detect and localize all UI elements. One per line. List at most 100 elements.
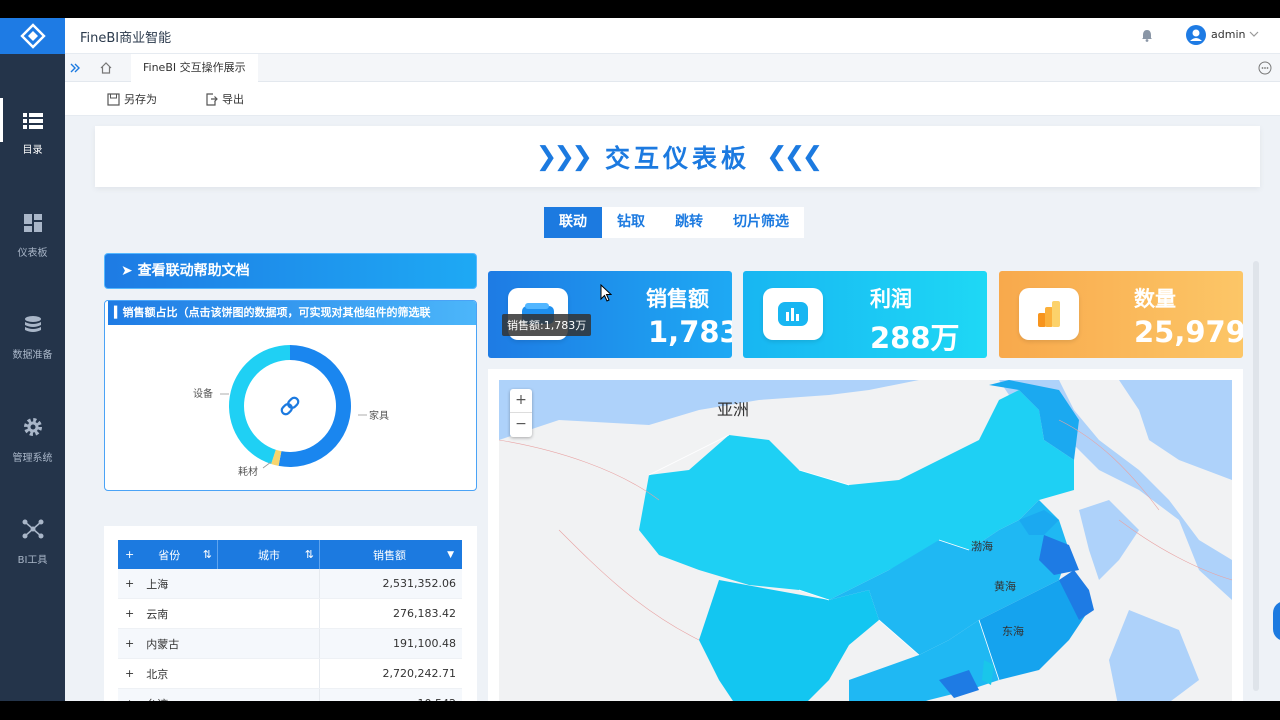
table-row[interactable]: + 上海 2,531,352.06 [118, 569, 462, 599]
province-cell: 上海 [146, 577, 169, 591]
column-province[interactable]: + 省份 ⇅ [118, 540, 218, 569]
dashboard-icon [23, 213, 42, 232]
kpi-label: 销售额 [646, 287, 709, 311]
segment-linkage[interactable]: 联动 [544, 207, 602, 238]
sales-cell: 2,531,352.06 [382, 577, 456, 590]
zoom-out-button[interactable]: − [510, 413, 532, 437]
title-card: ❯❯❯ 交互仪表板 ❮❮❮ [95, 126, 1260, 187]
map-card: 亚洲 渤海 黄海 东海 + − [488, 369, 1243, 701]
sales-tooltip: 销售额:1,783万 [502, 314, 592, 336]
title-chevrons-right-icon: ❮❮❮ [766, 141, 823, 172]
column-header-label: 销售额 [373, 548, 406, 562]
map-label-yellow-sea: 黄海 [994, 580, 1016, 593]
map-label-bohai: 渤海 [971, 540, 993, 553]
double-chevron-right-icon[interactable] [69, 62, 81, 74]
sort-icon[interactable]: ⇅ [203, 548, 212, 561]
toolbar: 另存为 导出 [65, 82, 1280, 116]
more-icon[interactable] [1258, 61, 1272, 75]
gear-icon [23, 417, 42, 436]
sales-cell: 10,542 [320, 689, 462, 701]
donut-chart-title: ▍销售额占比（点击该饼图的数据项，可实现对其他组件的筛选联 [105, 301, 476, 325]
expand-row-icon[interactable]: + [125, 577, 134, 590]
nav-item-admin[interactable]: 管理系统 [0, 400, 65, 480]
nav-item-catalog[interactable]: 目录 [0, 94, 65, 174]
sales-cell: 191,100.48 [393, 637, 456, 650]
network-icon [22, 519, 43, 538]
sales-table-card: + 省份 ⇅ 城市 ⇅ 销售额 ▼ + 上海 2,531,352.06 + 云南… [104, 526, 477, 701]
chevron-down-icon[interactable] [1249, 31, 1259, 37]
kpi-label: 数量 [1134, 287, 1176, 311]
kpi-value: 288万 [870, 321, 960, 355]
kpi-card-quantity[interactable]: 数量 25,979 [999, 271, 1243, 358]
bell-icon[interactable] [1141, 29, 1153, 42]
sales-table: + 省份 ⇅ 城市 ⇅ 销售额 ▼ + 上海 2,531,352.06 + 云南… [118, 540, 462, 701]
column-city[interactable]: 城市 ⇅ [218, 540, 320, 569]
kpi-value: 1,783 [648, 315, 732, 349]
export-label: 导出 [222, 93, 244, 106]
donut-chart[interactable]: 设备 家具 耗材 [105, 325, 477, 491]
donut-label-jiaju: 家具 [369, 409, 389, 422]
bar-chart-icon [763, 288, 823, 340]
nav-label: 仪表板 [17, 247, 48, 259]
province-cell: 内蒙古 [146, 637, 180, 651]
sales-cell: 276,183.42 [393, 607, 456, 620]
sales-cell: 2,720,242.71 [382, 667, 456, 680]
kpi-value: 25,979 [1134, 315, 1243, 349]
map-canvas [499, 380, 1232, 701]
mode-switcher: 联动 钻取 跳转 切片筛选 [544, 207, 804, 238]
nav-item-data-prep[interactable]: 数据准备 [0, 298, 65, 378]
vertical-scrollbar[interactable] [1253, 261, 1259, 691]
donut-chart-card: ▍销售额占比（点击该饼图的数据项，可实现对其他组件的筛选联 设备 家具 耗材 [104, 300, 477, 491]
tab-bar: FineBI 交互操作展示 [65, 54, 1280, 82]
column-header-label: 省份 [158, 548, 181, 562]
zoom-in-button[interactable]: + [510, 389, 532, 413]
map-label-asia: 亚洲 [717, 400, 750, 419]
username[interactable]: admin [1211, 28, 1245, 41]
table-header: + 省份 ⇅ 城市 ⇅ 销售额 ▼ [118, 540, 462, 569]
nav-label: 管理系统 [12, 452, 53, 464]
table-row[interactable]: + 北京 2,720,242.71 [118, 659, 462, 689]
nav-label: 数据准备 [12, 349, 53, 361]
sort-icon[interactable]: ⇅ [305, 548, 314, 561]
kpi-card-profit[interactable]: 利润 288万 [743, 271, 987, 358]
map-zoom-control: + − [510, 389, 532, 437]
home-icon[interactable] [99, 61, 113, 75]
expand-row-icon[interactable]: + [125, 697, 134, 701]
side-panel-handle[interactable] [1273, 601, 1280, 641]
expand-row-icon[interactable]: + [125, 637, 134, 650]
export-button[interactable]: 导出 [205, 91, 244, 107]
table-row[interactable]: + 内蒙古 191,100.48 [118, 629, 462, 659]
segment-slicer[interactable]: 切片筛选 [718, 207, 804, 238]
logo-icon [19, 23, 46, 49]
expand-all-icon[interactable]: + [125, 548, 134, 561]
user-icon [1190, 29, 1202, 41]
nav-label: 目录 [22, 144, 43, 156]
mouse-cursor-icon [600, 284, 612, 302]
avatar[interactable] [1186, 25, 1206, 45]
expand-row-icon[interactable]: + [125, 667, 134, 680]
column-sales[interactable]: 销售额 ▼ [320, 540, 462, 569]
sort-desc-icon[interactable]: ▼ [447, 550, 454, 560]
province-cell: 台湾 [146, 696, 168, 702]
map-label-east-sea: 东海 [1002, 625, 1024, 638]
nav-label: BI工具 [17, 554, 48, 566]
dashboard-title: 交互仪表板 [604, 143, 750, 173]
title-chevrons-left-icon: ❯❯❯ [535, 141, 593, 172]
nav-item-dashboard[interactable]: 仪表板 [0, 196, 65, 276]
save-icon [107, 92, 120, 106]
expand-row-icon[interactable]: + [125, 607, 134, 620]
left-nav: 目录 仪表板 数据准备 管理系统 BI工具 [0, 18, 65, 701]
nav-item-bi-tools[interactable]: BI工具 [0, 502, 65, 582]
table-row[interactable]: + 台湾 10,542 [118, 689, 462, 701]
app-title: FineBI商业智能 [80, 31, 172, 46]
china-map[interactable]: 亚洲 渤海 黄海 东海 + − [499, 380, 1232, 701]
segment-drill[interactable]: 钻取 [602, 207, 660, 238]
tab-active[interactable]: FineBI 交互操作展示 [131, 54, 258, 82]
app-window: 目录 仪表板 数据准备 管理系统 BI工具 FineBI商业智能 admin F… [0, 18, 1280, 701]
table-row[interactable]: + 云南 276,183.42 [118, 599, 462, 629]
logo[interactable] [0, 18, 65, 54]
database-icon [24, 315, 41, 332]
save-as-button[interactable]: 另存为 [107, 91, 157, 107]
help-doc-button[interactable]: ➤ 查看联动帮助文档 [104, 253, 477, 289]
segment-jump[interactable]: 跳转 [660, 207, 718, 238]
